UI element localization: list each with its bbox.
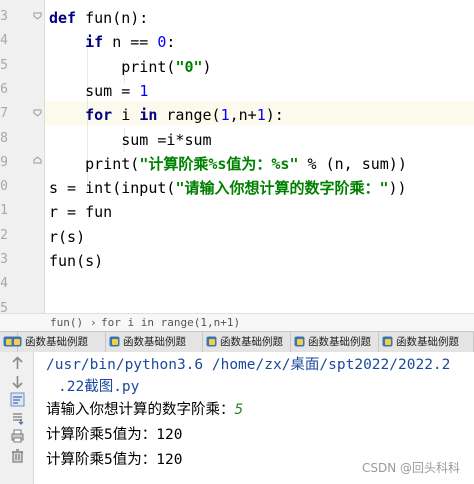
run-tab[interactable]: 函数基础例题	[379, 332, 474, 352]
clear-all-icon[interactable]	[10, 448, 25, 463]
csdn-watermark: CSDN @回头科科	[361, 461, 460, 475]
python-file-icon	[294, 336, 305, 347]
code-token: r = fun	[49, 203, 113, 222]
breadcrumb-item-loop[interactable]: for i in range(1,n+1)	[101, 314, 240, 332]
code-line[interactable]: fun(s)	[49, 249, 103, 273]
run-tab-label: 函数基础例题	[25, 336, 88, 348]
code-token: def	[49, 9, 86, 27]
code-token: ))	[388, 179, 407, 198]
code-token: range(	[166, 106, 221, 125]
code-token: if	[49, 33, 113, 52]
line-number: 7	[0, 106, 8, 122]
python-file-icon	[206, 336, 217, 347]
line-number: 4	[0, 33, 8, 49]
code-token: s = int(input(	[49, 179, 176, 198]
code-line[interactable]: sum = 1	[49, 79, 148, 103]
code-token: r(s)	[49, 227, 86, 246]
scroll-down-icon[interactable]	[10, 374, 25, 389]
python-file-icon	[109, 336, 120, 347]
line-number: 8	[0, 130, 8, 146]
console-input-prompt: 请输入你想计算的数字阶乘：5	[46, 399, 243, 421]
code-token: 1	[139, 81, 149, 100]
python-file-icon	[382, 336, 393, 347]
line-number: 4	[0, 276, 8, 292]
code-line[interactable]: s = int(input("请输入你想计算的数字阶乘："))	[49, 176, 407, 200]
code-line[interactable]: print("0")	[49, 55, 212, 79]
code-token: sum =	[49, 81, 140, 100]
breadcrumb-separator: ›	[90, 316, 97, 329]
code-token: 1	[220, 106, 230, 125]
run-tab[interactable]: 函数基础例题	[8, 332, 106, 352]
run-tab[interactable]: 函数基础例题	[291, 332, 379, 352]
code-line[interactable]: for i in range(1,n+1):	[49, 103, 284, 127]
code-line[interactable]: sum =i*sum	[49, 128, 212, 152]
run-tab-label: 函数基础例题	[220, 336, 283, 348]
print-icon[interactable]	[10, 428, 25, 443]
user-input-value: 5	[234, 402, 244, 418]
prompt-text: 请输入你想计算的数字阶乘：	[46, 402, 235, 418]
code-token: sum =i*sum	[49, 130, 212, 149]
code-line[interactable]: print("计算阶乘%s值为：%s" % (n, sum))	[49, 152, 407, 176]
console-command-line: /usr/bin/python3.6 /home/zx/桌面/spt2022/2…	[46, 357, 451, 373]
code-token: print(	[49, 57, 176, 76]
code-token: i	[121, 106, 140, 125]
code-token: fun(n):	[85, 9, 149, 27]
line-number: 5	[0, 57, 8, 73]
run-tabs-bar: 函数基础例题函数基础例题函数基础例题函数基础例题函数基础例题函数基础例题	[0, 331, 474, 353]
fold-close-icon[interactable]	[33, 156, 42, 165]
breadcrumb-item-function[interactable]: fun()	[50, 314, 83, 332]
scroll-up-icon[interactable]	[10, 356, 25, 371]
scroll-to-end-icon[interactable]	[10, 410, 25, 425]
run-tab[interactable]: 函数基础例题	[106, 332, 203, 352]
run-tab-label: 函数基础例题	[123, 336, 186, 348]
code-token: n ==	[112, 33, 158, 52]
code-token: 1	[256, 106, 266, 125]
code-token: % (n, sum))	[298, 154, 407, 173]
run-tab[interactable]: 函数基础例题	[203, 332, 291, 352]
breadcrumb: fun() › for i in range(1,n+1)	[0, 313, 474, 332]
code-line[interactable]: if n == 0:	[49, 30, 175, 54]
code-token: "请输入你想计算的数字阶乘："	[175, 179, 389, 198]
code-editor[interactable]: 3456789012345 def fun(n): if n == 0: pri…	[0, 0, 474, 316]
line-number: 6	[0, 81, 8, 97]
code-token: "计算阶乘%s值为：%s"	[139, 154, 299, 173]
code-token: for	[49, 106, 122, 125]
line-number: 1	[0, 203, 8, 219]
python-file-icon	[11, 336, 22, 347]
code-token: "0"	[175, 57, 203, 76]
run-tab-label: 函数基础例题	[396, 336, 459, 348]
line-number: 0	[0, 179, 8, 195]
console-output-line: 计算阶乘5值为：120	[46, 427, 183, 443]
soft-wrap-icon[interactable]	[10, 392, 25, 407]
run-tab-label: 函数基础例题	[308, 336, 371, 348]
code-line[interactable]: r(s)	[49, 225, 85, 249]
console-command-line-continued: .22截图.py	[58, 379, 140, 395]
code-token: in	[139, 106, 167, 125]
code-token: fun(s)	[49, 252, 104, 270]
code-line[interactable]: def fun(n):	[49, 6, 148, 30]
line-number: 9	[0, 154, 8, 170]
code-token: ):	[265, 106, 284, 125]
line-number: 3	[0, 252, 8, 267]
fold-open-icon[interactable]	[33, 108, 42, 117]
code-line[interactable]: r = fun	[49, 200, 112, 224]
console-output-line: 计算阶乘5值为：120	[46, 452, 183, 468]
fold-open-icon[interactable]	[33, 11, 42, 20]
code-token: )	[202, 57, 212, 76]
console-toolbar	[0, 352, 34, 484]
code-token: :	[166, 33, 176, 52]
code-token: ,n+	[229, 106, 257, 125]
line-number: 3	[0, 9, 8, 24]
line-number: 2	[0, 227, 8, 243]
code-token: print(	[49, 154, 140, 173]
